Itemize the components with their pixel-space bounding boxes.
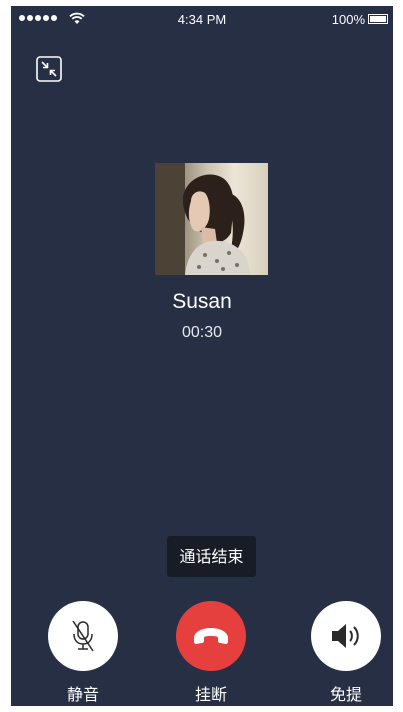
call-screen: 4:34 PM 100% Susan 00:30 通话结束 静音 挂断 免提: [11, 6, 393, 706]
minimize-button[interactable]: [36, 56, 62, 82]
hangup-label: 挂断: [194, 685, 227, 704]
status-bar: 4:34 PM 100%: [11, 6, 393, 32]
hangup-button[interactable]: [176, 601, 246, 671]
phone-hangup-icon: [194, 628, 228, 644]
caller-name: Susan: [172, 290, 232, 313]
speaker-button[interactable]: [311, 601, 381, 671]
battery-icon: [368, 14, 388, 24]
minimize-icon: [36, 56, 62, 82]
caller-avatar: [155, 163, 268, 275]
mute-label: 静音: [66, 685, 99, 704]
mute-button[interactable]: [48, 601, 118, 671]
call-ended-toast: 通话结束: [167, 536, 256, 577]
battery-percent: 100%: [331, 12, 365, 27]
speaker-label: 免提: [329, 685, 362, 704]
speaker-icon: [332, 624, 359, 648]
call-duration: 00:30: [181, 324, 223, 341]
microphone-muted-icon: [72, 620, 94, 652]
